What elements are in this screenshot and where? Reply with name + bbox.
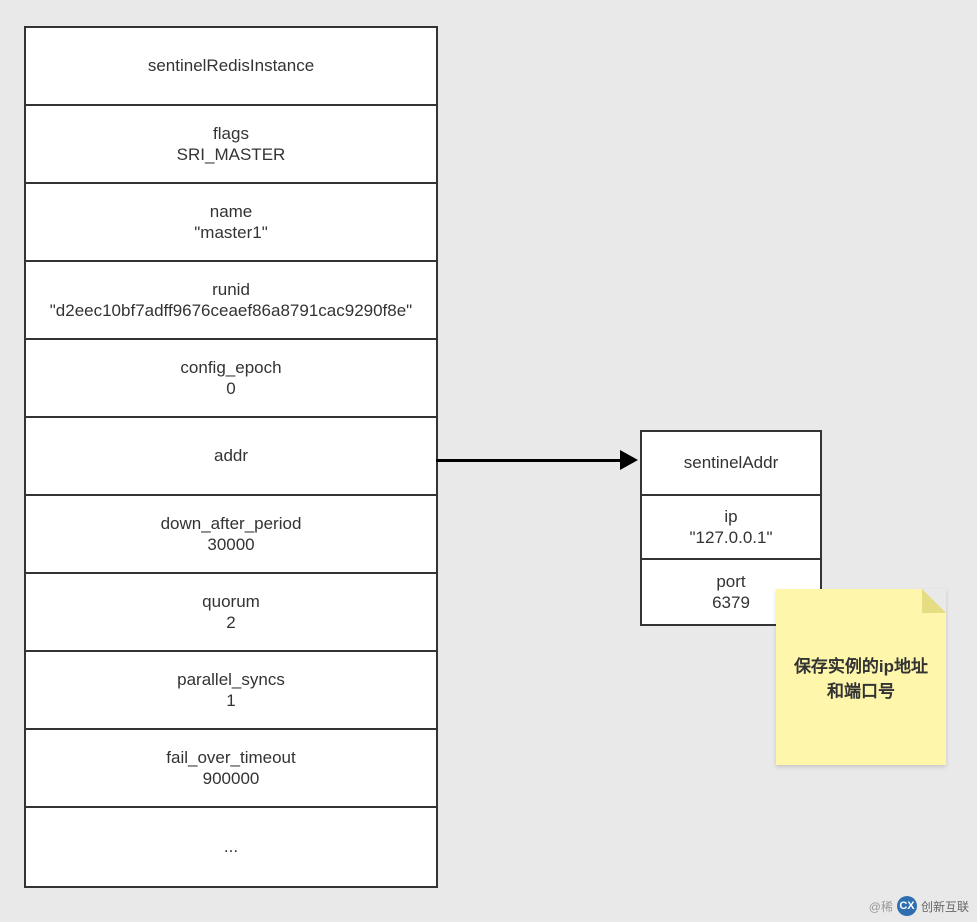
left-row-addr: addr xyxy=(26,418,436,496)
watermark-prefix: @稀 xyxy=(869,898,893,915)
field-value: 2 xyxy=(226,612,235,633)
field-name: parallel_syncs xyxy=(177,669,285,690)
watermark-brand: 创新互联 xyxy=(921,898,969,915)
diagram-canvas: sentinelRedisInstance flags SRI_MASTER n… xyxy=(0,0,977,922)
field-value: 30000 xyxy=(207,534,254,555)
sentinel-redis-instance-table: sentinelRedisInstance flags SRI_MASTER n… xyxy=(24,26,438,888)
left-row-down-after-period: down_after_period 30000 xyxy=(26,496,436,574)
sticky-note-text: 保存实例的ip地址和端口号 xyxy=(788,652,934,702)
field-value: SRI_MASTER xyxy=(177,144,286,165)
field-value: 0 xyxy=(226,378,235,399)
field-name: runid xyxy=(212,279,250,300)
left-row-name: name "master1" xyxy=(26,184,436,262)
field-value: "master1" xyxy=(194,222,267,243)
field-name: port xyxy=(716,571,745,592)
right-row-ip: ip "127.0.0.1" xyxy=(642,496,820,560)
left-header-text: sentinelRedisInstance xyxy=(148,55,314,76)
field-value: 1 xyxy=(226,690,235,711)
field-value: "d2eec10bf7adff9676ceaef86a8791cac9290f8… xyxy=(50,300,412,321)
left-row-runid: runid "d2eec10bf7adff9676ceaef86a8791cac… xyxy=(26,262,436,340)
left-row-quorum: quorum 2 xyxy=(26,574,436,652)
field-name: down_after_period xyxy=(161,513,302,534)
right-header-text: sentinelAddr xyxy=(684,452,779,473)
left-row-parallel-syncs: parallel_syncs 1 xyxy=(26,652,436,730)
field-name: addr xyxy=(214,445,248,466)
left-row-config-epoch: config_epoch 0 xyxy=(26,340,436,418)
sticky-note: 保存实例的ip地址和端口号 xyxy=(776,589,946,765)
left-row-ellipsis: ... xyxy=(26,808,436,886)
watermark: @稀 CX 创新互联 xyxy=(869,896,969,916)
pointer-arrow-head-icon xyxy=(620,450,638,470)
right-header-cell: sentinelAddr xyxy=(642,432,820,496)
field-value: 900000 xyxy=(203,768,260,789)
left-row-failover-timeout: fail_over_timeout 900000 xyxy=(26,730,436,808)
field-name: quorum xyxy=(202,591,260,612)
field-value: "127.0.0.1" xyxy=(690,527,773,548)
pointer-arrow-line xyxy=(436,459,622,462)
field-name: name xyxy=(210,201,253,222)
field-name: fail_over_timeout xyxy=(166,747,295,768)
field-name: ip xyxy=(724,506,737,527)
left-row-flags: flags SRI_MASTER xyxy=(26,106,436,184)
field-name: config_epoch xyxy=(180,357,281,378)
left-header-cell: sentinelRedisInstance xyxy=(26,28,436,106)
field-name: flags xyxy=(213,123,249,144)
field-name: ... xyxy=(224,836,238,857)
field-value: 6379 xyxy=(712,592,750,613)
watermark-logo-icon: CX xyxy=(897,896,917,916)
